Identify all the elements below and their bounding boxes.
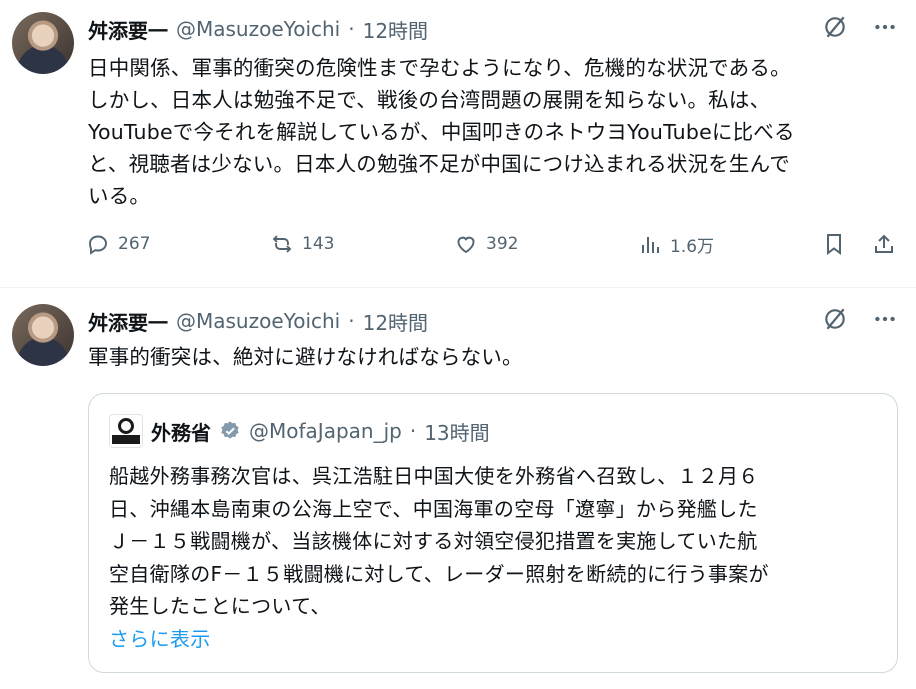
display-name[interactable]: 舛添要一 bbox=[88, 15, 168, 44]
more-icon[interactable] bbox=[872, 14, 898, 40]
repost-button[interactable]: 143 bbox=[270, 232, 334, 256]
quote-text-line: 船越外務事務次官は、呉江浩駐日中国大使を外務省へ召致し、１２月６ bbox=[109, 464, 759, 488]
reply-button[interactable]: 267 bbox=[86, 232, 150, 256]
quote-text-line: 発生したことについて、 bbox=[109, 594, 331, 618]
quote-text-line: 日、沖縄本島南東の公海上空で、中国海軍の空母「遼寧」から発艦した bbox=[109, 496, 758, 521]
separator-dot: · bbox=[348, 309, 355, 333]
verified-badge-icon bbox=[221, 421, 239, 439]
quote-header: 外務省 @MofaJapan_jp · 13時間 bbox=[109, 414, 490, 448]
reply-icon bbox=[89, 235, 107, 255]
reply-count: 267 bbox=[118, 234, 151, 254]
share-icon bbox=[875, 234, 893, 253]
repost-icon bbox=[272, 235, 292, 253]
tweet-text-line: しかし、日本人は勉強不足で、戦後の台湾問題の展開を知らない。私は、 bbox=[88, 88, 771, 112]
tweet-top-actions bbox=[822, 14, 898, 40]
separator-dot: · bbox=[409, 419, 417, 443]
grok-icon[interactable] bbox=[822, 14, 848, 40]
tweet-text: 軍事的衝突は、絶対に避けなければならない。 bbox=[88, 345, 523, 369]
tweet-header: 舛添要一 @MasuzoeYoichi · 12時間 bbox=[88, 14, 428, 44]
like-button[interactable]: 392 bbox=[454, 232, 518, 256]
tweet-text-line: と、視聴者は少ない。日本人の勉強不足が中国につけ込まれる状況を生んで bbox=[88, 152, 790, 176]
display-name[interactable]: 舛添要一 bbox=[88, 307, 168, 336]
grok-icon[interactable] bbox=[822, 306, 848, 332]
quoted-tweet[interactable]: 外務省 @MofaJapan_jp · 13時間 船越外務事務次官は、呉江浩駐日… bbox=[88, 393, 898, 673]
mofa-logo-icon[interactable] bbox=[109, 414, 143, 448]
avatar[interactable] bbox=[12, 304, 74, 366]
quote-text-line: 空自衛隊のF－１５戦闘機に対して、レーダー照射を断続的に行う事案が bbox=[109, 561, 769, 586]
tweet-1[interactable]: 舛添要一 @MasuzoeYoichi · 12時間 日中関係、軍事的衝突の危険… bbox=[0, 0, 916, 287]
tweet-top-actions bbox=[822, 306, 898, 332]
timestamp[interactable]: 12時間 bbox=[363, 307, 428, 336]
tweet-actions: 267 143 392 1.6万 bbox=[86, 232, 902, 268]
avatar[interactable] bbox=[12, 12, 74, 74]
tweet-text: 日中関係、軍事的衝突の危険性まで孕むようになり、危機的な状況である。 しかし、日… bbox=[88, 52, 903, 212]
bookmark-button[interactable] bbox=[822, 232, 846, 256]
repost-count: 143 bbox=[302, 234, 335, 254]
views-button[interactable]: 1.6万 bbox=[638, 232, 714, 257]
tweet-text-line: YouTubeで今それを解説しているが、中国叩きのネトウヨYouTubeに比べる bbox=[88, 120, 795, 144]
timestamp[interactable]: 12時間 bbox=[363, 15, 428, 44]
views-icon bbox=[642, 236, 659, 253]
view-count: 1.6万 bbox=[670, 237, 715, 257]
quote-handle[interactable]: @MofaJapan_jp bbox=[249, 419, 402, 443]
tweet-text-line: いる。 bbox=[88, 184, 151, 208]
handle[interactable]: @MasuzoeYoichi bbox=[176, 17, 340, 41]
quote-display-name[interactable]: 外務省 bbox=[151, 417, 211, 446]
quote-text-line: Ｊ－１５戦闘機が、当該機体に対する対領空侵犯措置を実施していた航 bbox=[109, 529, 758, 553]
tweet-text-line: 日中関係、軍事的衝突の危険性まで孕むようになり、危機的な状況である。 bbox=[88, 56, 791, 80]
quote-timestamp[interactable]: 13時間 bbox=[424, 417, 489, 446]
handle[interactable]: @MasuzoeYoichi bbox=[176, 309, 340, 333]
bookmark-icon bbox=[827, 234, 841, 255]
more-icon[interactable] bbox=[872, 306, 898, 332]
show-more-link[interactable]: さらに表示 bbox=[109, 623, 869, 656]
separator-dot: · bbox=[348, 17, 355, 41]
tweet-header: 舛添要一 @MasuzoeYoichi · 12時間 bbox=[88, 306, 428, 336]
like-count: 392 bbox=[486, 234, 519, 254]
like-icon bbox=[457, 236, 475, 254]
quote-text: 船越外務事務次官は、呉江浩駐日中国大使を外務省へ召致し、１２月６ 日、沖縄本島南… bbox=[109, 460, 869, 655]
share-button[interactable] bbox=[872, 232, 896, 256]
